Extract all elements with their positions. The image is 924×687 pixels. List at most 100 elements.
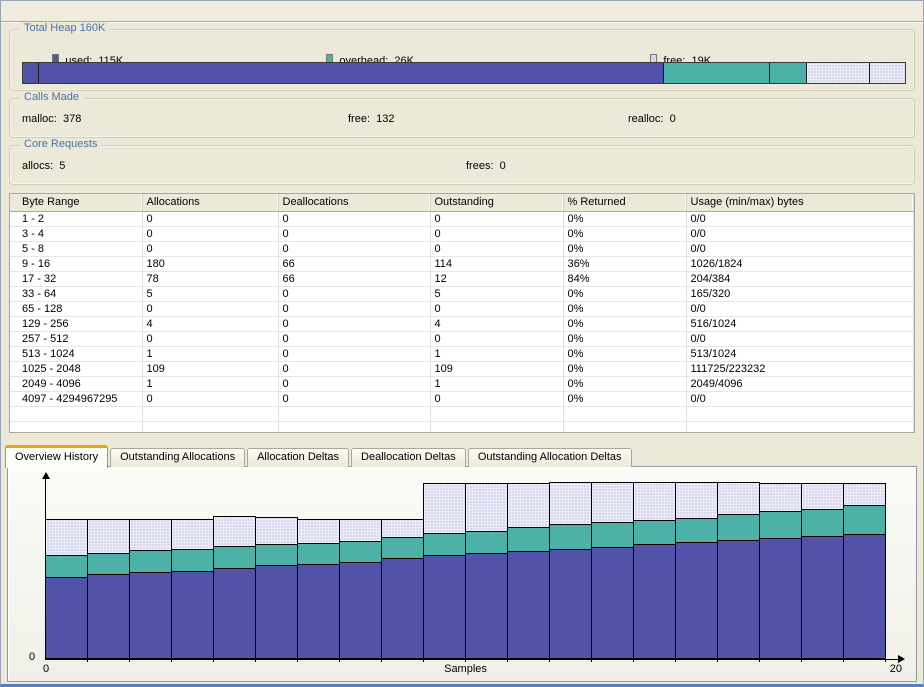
column-header-outstanding[interactable]: Outstanding: [430, 194, 563, 211]
chart-segment-overhead: [676, 518, 717, 543]
chart-segment-overhead: [88, 553, 129, 574]
table-cell-empty: [686, 406, 914, 421]
table-cell-empty: [278, 421, 430, 433]
column-header-returned[interactable]: % Returned: [563, 194, 686, 211]
table-filler-row: [10, 421, 914, 433]
overview-history-chart: 0 0 Samples 20: [45, 479, 886, 659]
chart-segment-free: [508, 484, 549, 527]
table-cell-empty: [563, 421, 686, 433]
table-cell: 9 - 16: [10, 256, 142, 271]
chart-bar: [717, 482, 760, 659]
table-cell: 1: [142, 346, 278, 361]
table-cell: 111725/223232: [686, 361, 914, 376]
table-row[interactable]: 129 - 2564040%516/1024: [10, 316, 914, 331]
x-axis-tick: [843, 659, 844, 662]
table-cell: 0/0: [686, 226, 914, 241]
table-cell: 66: [278, 271, 430, 286]
free-stat: free: 132: [348, 113, 394, 125]
table-cell: 0: [142, 211, 278, 226]
chart-segment-used: [508, 551, 549, 658]
table-cell-empty: [686, 421, 914, 433]
table-cell-empty: [430, 421, 563, 433]
table-row[interactable]: 9 - 161806611436%1026/1824: [10, 256, 914, 271]
table-row[interactable]: 257 - 5120000%0/0: [10, 331, 914, 346]
x-axis-tick: [213, 659, 214, 662]
used-legend-item: used: 115K: [34, 40, 123, 54]
chart-segment-free: [256, 518, 297, 544]
x-axis-tick: [885, 659, 886, 662]
tab-outstanding-allocations[interactable]: Outstanding Allocations: [110, 448, 245, 467]
table-cell: 0: [430, 211, 563, 226]
chart-segment-used: [676, 542, 717, 658]
table-cell-empty: [278, 406, 430, 421]
x-axis-tick: [549, 659, 550, 662]
column-header-allocations[interactable]: Allocations: [142, 194, 278, 211]
chart-segment-overhead: [46, 555, 87, 577]
table-cell: 0%: [563, 361, 686, 376]
chart-segment-used: [844, 534, 885, 658]
table-row[interactable]: 1025 - 204810901090%111725/223232: [10, 361, 914, 376]
table-cell: 0/0: [686, 391, 914, 406]
x-axis-tick: [465, 659, 466, 662]
table-cell: 0: [278, 346, 430, 361]
tab-overview-history[interactable]: Overview History: [5, 445, 108, 468]
chart-bar: [339, 519, 382, 659]
x-axis-tick: [423, 659, 424, 662]
column-header-deallocations[interactable]: Deallocations: [278, 194, 430, 211]
table-cell: 66: [278, 256, 430, 271]
heap-segment-used: [38, 63, 663, 83]
tab-deallocation-deltas[interactable]: Deallocation Deltas: [351, 448, 466, 467]
x-axis-tick: [381, 659, 382, 662]
table-cell-empty: [430, 406, 563, 421]
table-row[interactable]: 3 - 40000%0/0: [10, 226, 914, 241]
x-axis-tick: [759, 659, 760, 662]
x-axis-tick: [297, 659, 298, 662]
chart-bar: [255, 517, 298, 659]
chart-segment-free: [634, 483, 675, 519]
table-row[interactable]: 65 - 1280000%0/0: [10, 301, 914, 316]
y-axis-arrow-icon: [42, 472, 50, 479]
table-cell: 5: [430, 286, 563, 301]
table-cell: 1 - 2: [10, 211, 142, 226]
column-header-byte-range[interactable]: Byte Range: [10, 194, 142, 211]
table-cell: 0/0: [686, 301, 914, 316]
chart-segment-overhead: [340, 541, 381, 562]
table-row[interactable]: 17 - 3278661284%204/384: [10, 271, 914, 286]
x-axis-start-label: 0: [43, 663, 49, 675]
tab-allocation-deltas[interactable]: Allocation Deltas: [247, 448, 349, 467]
tab-outstanding-allocation-deltas[interactable]: Outstanding Allocation Deltas: [468, 448, 632, 467]
table-row[interactable]: 4097 - 42949672950000%0/0: [10, 391, 914, 406]
chart-segment-free: [340, 520, 381, 541]
table-cell: 4: [430, 316, 563, 331]
table-cell: 84%: [563, 271, 686, 286]
column-header-usage-min-max-bytes[interactable]: Usage (min/max) bytes: [686, 194, 914, 211]
table-row[interactable]: 513 - 10241010%513/1024: [10, 346, 914, 361]
chart-bar: [87, 519, 130, 659]
chart-segment-used: [466, 553, 507, 658]
table-row[interactable]: 1 - 20000%0/0: [10, 211, 914, 226]
table-cell: 65 - 128: [10, 301, 142, 316]
table-cell: 0: [142, 391, 278, 406]
table-cell: 0: [430, 391, 563, 406]
x-axis-tick: [87, 659, 88, 662]
chart-segment-free: [802, 484, 843, 509]
chart-bar: [759, 483, 802, 659]
chart-segment-overhead: [424, 533, 465, 555]
x-axis: [45, 659, 898, 660]
calls-made-section: Calls Made malloc: 378 free: 132 realloc…: [9, 98, 915, 138]
table-cell: 0: [430, 226, 563, 241]
chart-segment-used: [634, 544, 675, 658]
chart-segment-overhead: [592, 522, 633, 547]
core-requests-section: Core Requests allocs: 5 frees: 0: [9, 145, 915, 185]
chart-segment-used: [298, 564, 339, 658]
chart-segment-used: [130, 572, 171, 658]
table-row[interactable]: 33 - 645050%165/320: [10, 286, 914, 301]
table-cell: 1026/1824: [686, 256, 914, 271]
y-axis-origin-label: 0: [29, 651, 35, 663]
chart-segment-overhead: [508, 527, 549, 551]
chart-bar: [171, 519, 214, 659]
table-row[interactable]: 5 - 80000%0/0: [10, 241, 914, 256]
chart-segment-free: [382, 520, 423, 537]
table-row[interactable]: 2049 - 40961010%2049/4096: [10, 376, 914, 391]
table-cell: 165/320: [686, 286, 914, 301]
